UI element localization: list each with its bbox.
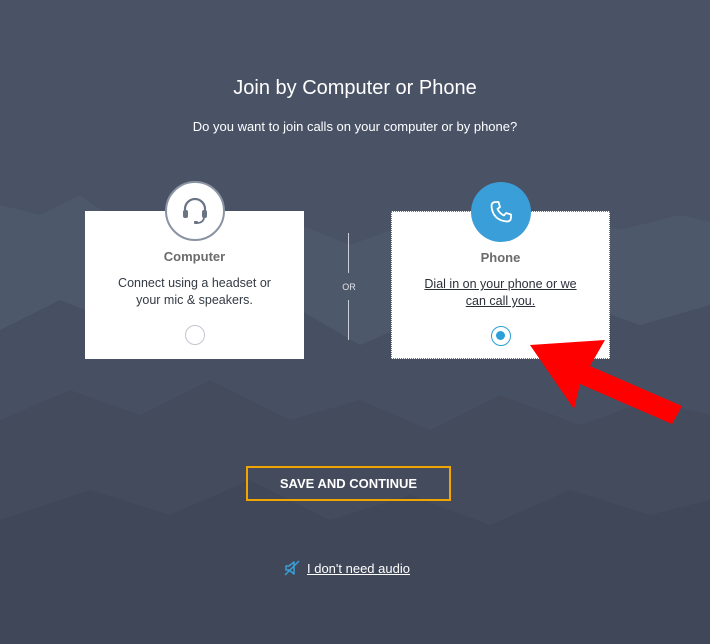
dialog-title: Join by Computer or Phone	[233, 77, 477, 99]
divider-line-bottom	[348, 300, 349, 340]
computer-option-card[interactable]: Computer Connect using a headset or your…	[85, 181, 304, 359]
computer-option-title: Computer	[163, 249, 226, 264]
no-audio-label: I don't need audio	[307, 560, 410, 576]
phone-option-title: Phone	[480, 250, 521, 265]
dialog-subtitle: Do you want to join calls on your comput…	[192, 119, 518, 134]
save-and-continue-button[interactable]: SAVE AND CONTINUE	[246, 466, 451, 501]
no-audio-link[interactable]: I don't need audio	[283, 558, 410, 578]
phone-radio-selected[interactable]	[490, 326, 511, 346]
speaker-muted-icon	[284, 560, 300, 576]
computer-option-description: Connect using a headset or your mic & sp…	[118, 276, 271, 307]
or-divider-label: OR	[342, 282, 356, 292]
phone-option-card[interactable]: Phone Dial in on your phone or we can ca…	[391, 182, 610, 359]
phone-icon	[470, 182, 531, 242]
computer-radio[interactable]	[184, 325, 205, 345]
divider-line-top	[348, 233, 349, 273]
headset-icon	[164, 181, 225, 241]
phone-option-description[interactable]: Dial in on your phone or we can call you…	[392, 276, 609, 310]
